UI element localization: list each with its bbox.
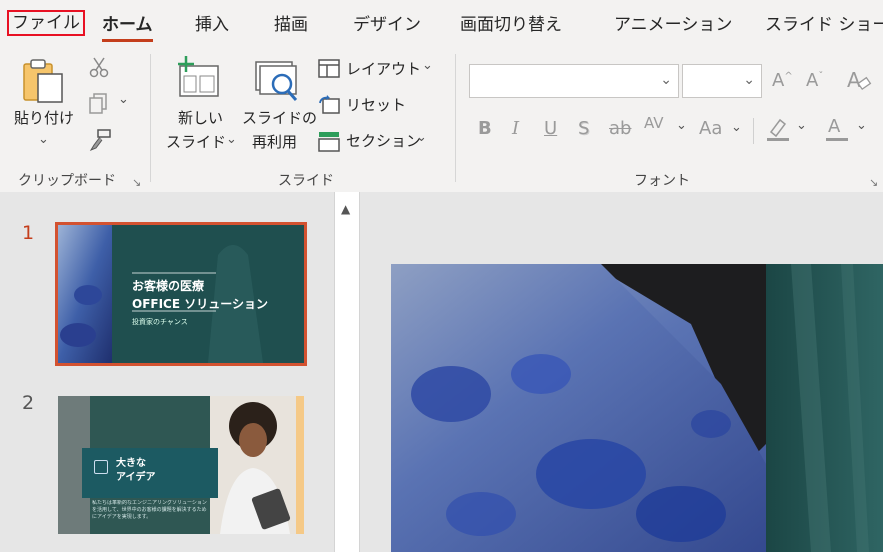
tab-draw[interactable]: 描画 <box>274 10 308 35</box>
layout-label: レイアウト <box>346 60 422 78</box>
change-case-button[interactable]: Aa ⌄ <box>699 118 742 139</box>
separator <box>150 54 151 182</box>
scroll-up-icon[interactable]: ▲ <box>341 202 350 216</box>
grow-font-button[interactable]: A^ <box>772 70 793 91</box>
dialog-launcher-icon[interactable]: ↘ <box>869 176 878 189</box>
clear-formatting-icon: A <box>847 68 872 92</box>
clear-formatting-button[interactable]: A <box>846 68 872 97</box>
separator <box>753 118 754 144</box>
tab-design[interactable]: デザイン <box>353 10 421 35</box>
slide-2-title-line1: 大きな <box>116 458 146 469</box>
new-slide-icon <box>178 56 219 97</box>
slide-1-title-line1: お客様の医療 <box>132 279 205 293</box>
font-color-swatch <box>826 138 848 141</box>
layout-icon <box>318 59 340 78</box>
slide-1-subtitle: 投資家のチャンス <box>132 318 188 326</box>
chevron-down-icon: ⌄ <box>660 72 672 88</box>
section-label: セクション <box>346 132 422 150</box>
dialog-launcher-icon[interactable]: ↘ <box>132 176 141 189</box>
tab-slideshow[interactable]: スライド ショー <box>765 10 883 35</box>
chevron-down-icon: ⌄ <box>743 72 755 88</box>
slide-editing-canvas[interactable] <box>391 264 883 552</box>
underline-button[interactable]: U <box>544 118 557 139</box>
character-spacing-button[interactable]: AV ⌄ <box>644 114 687 133</box>
work-area: 1 お客様の医療 OFFICE ソリューション 投資家のチャンス 2 大きな ア… <box>0 192 883 552</box>
tab-animations[interactable]: アニメーション <box>614 10 732 35</box>
font-color-icon: A <box>828 116 841 137</box>
new-slide-label-1: 新しい <box>178 109 224 127</box>
paste-button[interactable]: 貼り付け ⌄ <box>12 56 75 156</box>
reset-label: リセット <box>346 96 407 114</box>
chevron-down-icon: ⌄ <box>226 132 237 147</box>
layout-button[interactable]: レイアウト ⌄ <box>318 58 436 82</box>
font-size-combo[interactable]: ⌄ <box>682 64 762 98</box>
reuse-slides-label-1: スライドの <box>242 109 318 127</box>
section-button[interactable]: セクション ⌄ <box>318 130 436 154</box>
bold-button[interactable]: B <box>478 118 492 139</box>
change-case-icon: Aa <box>699 118 723 139</box>
chevron-down-icon: ⌄ <box>38 132 49 147</box>
shadow-button[interactable]: S <box>578 118 589 139</box>
chevron-down-icon: ⌄ <box>731 120 742 135</box>
reuse-slides-label-2: 再利用 <box>252 133 298 151</box>
shrink-font-button[interactable]: Aˇ <box>806 70 823 91</box>
slide-2-title-line2: アイデア <box>116 472 156 483</box>
new-slide-label-2: スライド <box>166 133 227 151</box>
chevron-down-icon: ⌄ <box>856 118 867 133</box>
slide-thumbnails-pane: 1 お客様の医療 OFFICE ソリューション 投資家のチャンス 2 大きな ア… <box>0 192 334 552</box>
font-color-button[interactable]: A ⌄ <box>826 116 870 144</box>
chevron-down-icon: ⌄ <box>796 118 807 133</box>
tab-transitions[interactable]: 画面切り替え <box>460 10 562 35</box>
paintbrush-icon <box>89 129 111 152</box>
tab-insert[interactable]: 挿入 <box>195 10 229 35</box>
slide-number: 2 <box>22 392 35 414</box>
slide-1-image <box>391 264 883 552</box>
tab-file[interactable]: ファイル <box>7 10 85 36</box>
paste-label: 貼り付け <box>14 109 75 127</box>
copy-button[interactable]: ⌄ <box>88 92 132 116</box>
reuse-slides-icon <box>255 61 298 101</box>
slide-number: 1 <box>22 222 35 244</box>
svg-text:A: A <box>847 68 861 92</box>
italic-button[interactable]: I <box>512 118 519 139</box>
section-icon <box>318 132 340 152</box>
scissors-icon <box>89 57 109 78</box>
reuse-slides-button[interactable]: スライドの 再利用 <box>242 56 318 156</box>
slide-thumbnail-2[interactable]: 大きな アイデア 私たちは革新的なエンジニアリングソリューションを活用して、世界… <box>58 396 304 534</box>
reset-button[interactable]: リセット <box>318 94 418 118</box>
paste-icon <box>23 59 63 103</box>
chevron-down-icon: ⌄ <box>416 130 427 145</box>
new-slide-button[interactable]: 新しい スライド ⌄ <box>164 56 237 156</box>
tab-home[interactable]: ホーム <box>102 10 153 42</box>
ribbon-tabs: ファイル ホーム 挿入 描画 デザイン 画面切り替え アニメーション スライド … <box>0 0 883 44</box>
separator <box>455 54 456 182</box>
font-name-combo[interactable]: ⌄ <box>469 64 679 98</box>
chevron-down-icon: ⌄ <box>422 58 433 73</box>
lightbulb-icon <box>94 460 108 474</box>
grow-font-icon: A <box>772 70 785 91</box>
slides-group-label: スライド <box>278 173 334 189</box>
reset-icon <box>319 95 340 114</box>
font-group-label: フォント <box>634 173 690 189</box>
chevron-down-icon: ⌄ <box>118 92 129 107</box>
slide-2-body: 私たちは革新的なエンジニアリングソリューションを活用して、世界中のお客様の課題を… <box>92 500 207 520</box>
cut-button[interactable] <box>88 56 110 78</box>
format-painter-button[interactable] <box>88 128 112 152</box>
chevron-down-icon: ⌄ <box>676 118 687 133</box>
highlighter-icon <box>767 118 789 141</box>
slide-thumbnail-1[interactable]: お客様の医療 OFFICE ソリューション 投資家のチャンス <box>55 222 307 366</box>
clipboard-group-label: クリップボード <box>18 173 116 189</box>
slide-1-background <box>58 225 304 363</box>
powerpoint-window: ファイル ホーム 挿入 描画 デザイン 画面切り替え アニメーション スライド … <box>0 0 883 552</box>
highlight-button[interactable]: ⌄ <box>766 116 810 144</box>
slide-1-title-line2: OFFICE ソリューション <box>132 297 269 311</box>
ribbon-home: 貼り付け ⌄ ⌄ クリップボード ↘ 新しい スライド ⌄ スライドの 再利用 … <box>0 44 883 192</box>
character-spacing-icon: AV <box>644 114 664 132</box>
strikethrough-button[interactable]: ab <box>609 118 631 139</box>
shrink-font-icon: A <box>806 70 819 91</box>
thumbnail-scrollbar[interactable]: ▲ <box>334 192 360 552</box>
copy-icon <box>89 93 107 114</box>
